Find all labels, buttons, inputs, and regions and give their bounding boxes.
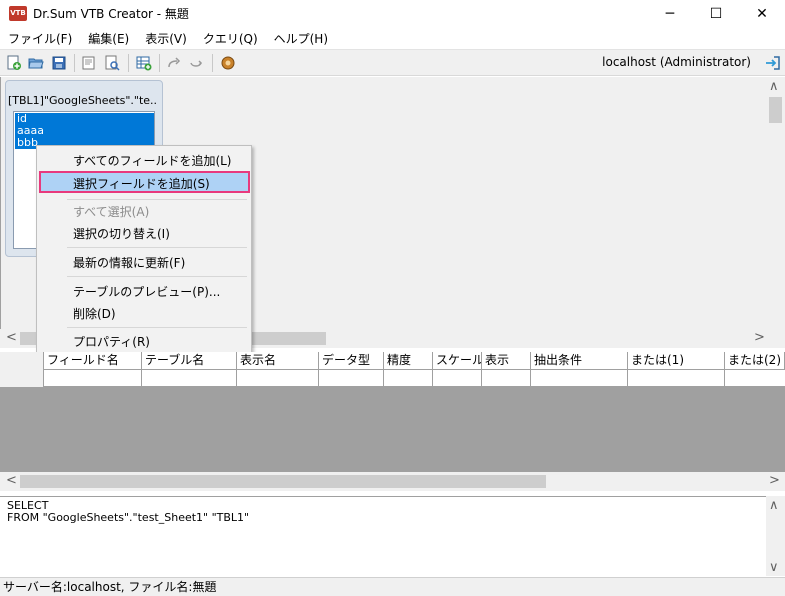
menu-file[interactable]: ファイル(F) <box>0 28 80 48</box>
table-row[interactable] <box>0 370 785 387</box>
menu-toggle-selection[interactable]: 選択の切り替え(I) <box>73 225 170 242</box>
grid-horizontal-scroll-thumb[interactable] <box>20 475 546 488</box>
grid-column-header[interactable]: または(2) <box>725 352 785 370</box>
new-icon[interactable] <box>6 55 22 71</box>
grid-cell[interactable] <box>237 370 319 387</box>
grid-cell[interactable] <box>142 370 237 387</box>
grid-column-header[interactable]: 表示名 <box>237 352 319 370</box>
scroll-right-arrow-icon[interactable]: > <box>769 473 780 488</box>
open-icon[interactable] <box>28 55 44 71</box>
sql-text-area[interactable]: SELECT FROM "GoogleSheets"."test_Sheet1"… <box>0 496 766 576</box>
toolbar-separator <box>74 54 75 72</box>
app-icon: VTB <box>9 6 27 21</box>
menu-add-selected-fields[interactable]: 選択フィールドを追加(S) <box>73 175 210 192</box>
menu-refresh[interactable]: 最新の情報に更新(F) <box>73 254 185 271</box>
settings-icon[interactable] <box>220 55 236 71</box>
print-preview-icon[interactable] <box>104 55 120 71</box>
context-menu: すべてのフィールドを追加(L) 選択フィールドを追加(S) すべて選択(A) 選… <box>36 145 252 353</box>
minimize-button[interactable]: ─ <box>647 0 693 28</box>
title-bar: VTB Dr.Sum VTB Creator - 無題 ─ ☐ ✕ <box>0 0 785 28</box>
grid-cell[interactable] <box>433 370 482 387</box>
menu-properties[interactable]: プロパティ(R) <box>73 333 150 350</box>
grid-column-header[interactable]: テーブル名 <box>142 352 237 370</box>
menu-query[interactable]: クエリ(Q) <box>195 28 266 48</box>
menu-table-preview[interactable]: テーブルのプレビュー(P)... <box>73 283 220 300</box>
close-button[interactable]: ✕ <box>739 0 785 28</box>
grid-header: フィールド名 テーブル名 表示名 データ型 精度 スケール 表示 抽出条件 また… <box>0 352 785 370</box>
grid-cell[interactable] <box>531 370 628 387</box>
redo-icon[interactable] <box>166 55 182 71</box>
sql-line: FROM "GoogleSheets"."test_Sheet1" "TBL1" <box>7 511 250 524</box>
window-title: Dr.Sum VTB Creator - 無題 <box>33 7 189 21</box>
scroll-right-arrow-icon[interactable]: > <box>754 330 765 345</box>
exit-icon[interactable] <box>765 55 781 71</box>
status-bar: サーバー名:localhost, ファイル名:無題 <box>0 577 785 596</box>
menu-separator <box>67 276 247 277</box>
grid-column-header[interactable]: または(1) <box>628 352 725 370</box>
menu-select-all: すべて選択(A) <box>73 205 150 219</box>
menu-separator <box>67 247 247 248</box>
menu-edit[interactable]: 編集(E) <box>80 28 137 48</box>
canvas-vertical-scroll-thumb[interactable] <box>769 97 782 123</box>
add-table-icon[interactable] <box>136 55 152 71</box>
menu-separator <box>67 327 247 328</box>
grid-cell[interactable] <box>44 370 142 387</box>
menu-separator <box>67 199 247 200</box>
grid-column-header[interactable]: 精度 <box>384 352 433 370</box>
grid-cell[interactable] <box>628 370 725 387</box>
menu-delete[interactable]: 削除(D) <box>73 305 116 322</box>
undo-icon[interactable] <box>188 55 204 71</box>
grid-column-header[interactable]: スケール <box>433 352 482 370</box>
toolbar-separator <box>212 54 213 72</box>
grid-cell[interactable] <box>384 370 433 387</box>
row-header[interactable] <box>0 370 44 387</box>
grid-column-header[interactable]: データ型 <box>319 352 384 370</box>
connection-label: localhost (Administrator) <box>602 55 751 69</box>
menu-view[interactable]: 表示(V) <box>137 28 195 48</box>
menu-add-all-fields[interactable]: すべてのフィールドを追加(L) <box>73 152 232 169</box>
toolbar-separator <box>159 54 160 72</box>
scroll-left-arrow-icon[interactable]: < <box>6 473 17 488</box>
scroll-left-arrow-icon[interactable]: < <box>6 330 17 345</box>
preview-icon[interactable] <box>81 55 97 71</box>
grid-column-header[interactable]: 表示 <box>482 352 531 370</box>
table-box-title[interactable]: [TBL1]"GoogleSheets"."te... <box>8 94 158 107</box>
scroll-up-arrow-icon[interactable]: ∧ <box>769 498 779 513</box>
grid-column-header[interactable]: 抽出条件 <box>531 352 628 370</box>
grid-cell[interactable] <box>319 370 384 387</box>
scroll-up-arrow-icon[interactable]: ∧ <box>769 79 779 94</box>
save-icon[interactable] <box>51 55 67 71</box>
grid-column-header[interactable]: フィールド名 <box>44 352 142 370</box>
toolbar: localhost (Administrator) <box>0 49 785 76</box>
grid-corner <box>0 352 44 370</box>
maximize-button[interactable]: ☐ <box>693 0 739 28</box>
toolbar-separator <box>128 54 129 72</box>
scroll-down-arrow-icon[interactable]: ∨ <box>769 560 779 575</box>
menu-bar: ファイル(F) 編集(E) 表示(V) クエリ(Q) ヘルプ(H) <box>0 28 785 48</box>
grid-cell[interactable] <box>482 370 531 387</box>
menu-help[interactable]: ヘルプ(H) <box>266 28 336 48</box>
